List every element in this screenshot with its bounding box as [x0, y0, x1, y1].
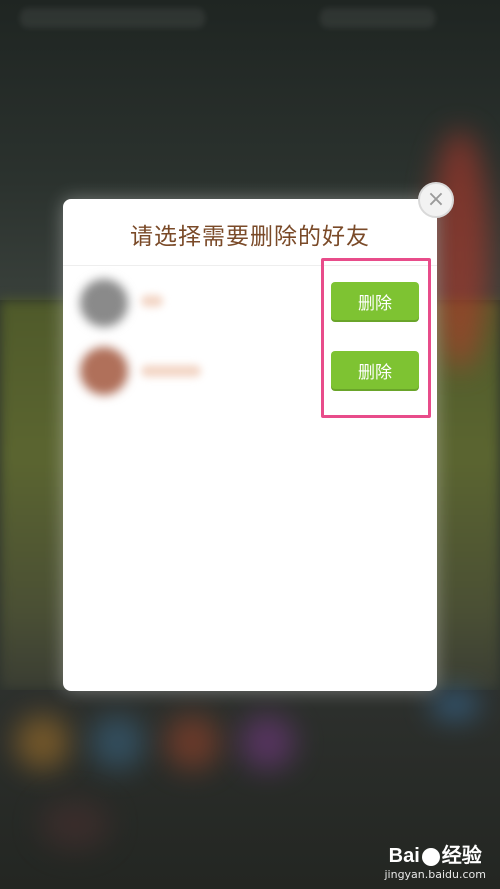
friend-name — [141, 365, 201, 377]
background-blob — [240, 715, 295, 770]
watermark: Bai 经验 jingyan.baidu.com — [384, 839, 486, 881]
status-bar-right — [320, 8, 435, 28]
close-icon: × — [426, 187, 446, 212]
watermark-url: jingyan.baidu.com — [384, 868, 486, 881]
background-blob — [40, 800, 110, 850]
background-blob — [90, 715, 145, 770]
watermark-logo: Bai 经验 — [388, 845, 482, 867]
close-button[interactable]: × — [418, 182, 454, 218]
friend-name — [141, 295, 163, 307]
avatar — [80, 347, 128, 395]
highlight-annotation — [321, 258, 431, 418]
background-blob — [430, 130, 490, 370]
background-blob — [430, 690, 480, 720]
dialog-title: 请选择需要删除的好友 — [130, 224, 370, 250]
background-blob — [165, 715, 220, 770]
paw-icon — [421, 847, 440, 866]
avatar — [80, 279, 128, 327]
background-blob — [15, 715, 70, 770]
status-bar-left — [20, 8, 205, 28]
